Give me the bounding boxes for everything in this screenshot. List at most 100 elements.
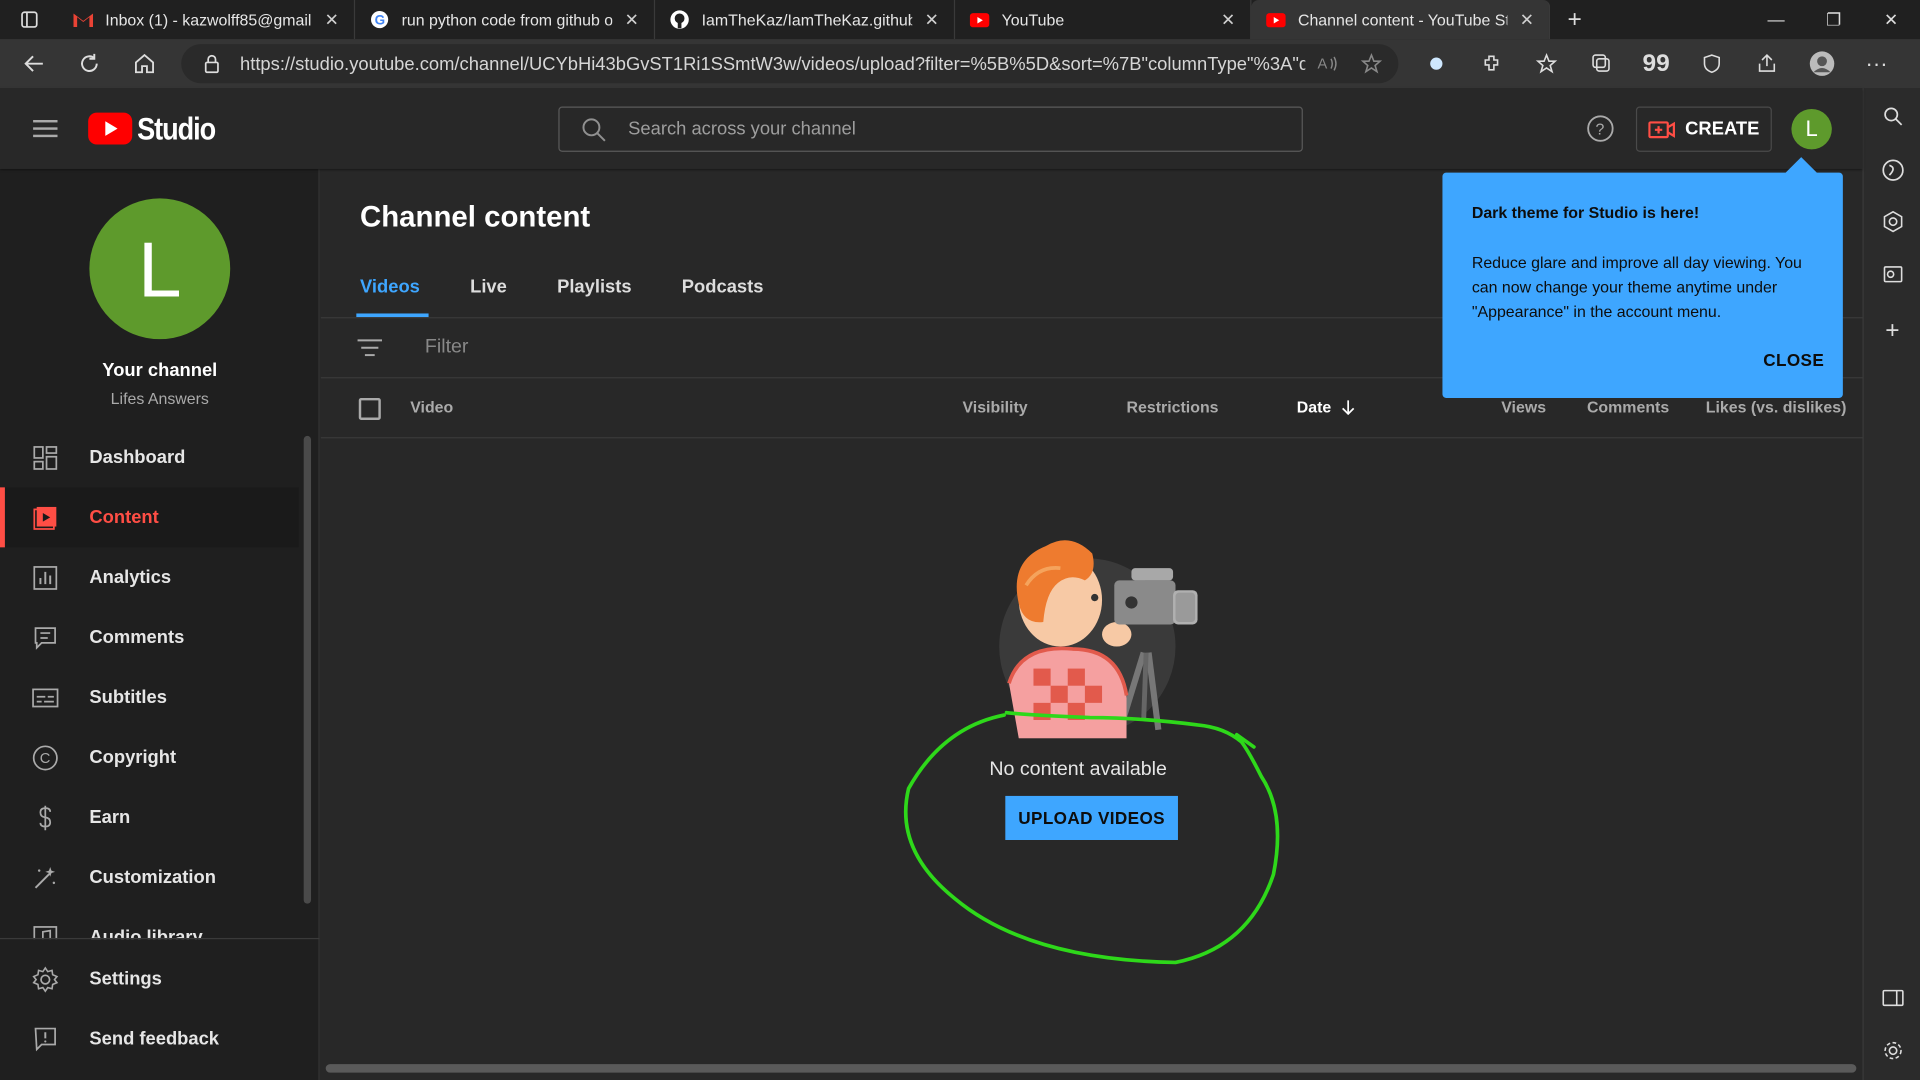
tab-playlists[interactable]: Playlists [557,267,632,307]
dashboard-icon [0,445,89,470]
upload-videos-button[interactable]: UPLOAD VIDEOS [1005,795,1178,841]
sidebar-item-analytics[interactable]: Analytics [0,547,299,607]
sidebar-item-label: Content [89,506,159,528]
sidebar-item-settings[interactable]: Settings [0,949,320,1009]
copilot-icon[interactable] [1864,151,1920,190]
dark-theme-popover: Dark theme for Studio is here! Reduce gl… [1442,157,1843,398]
minimize-button[interactable]: — [1747,0,1805,39]
close-window-button[interactable]: ✕ [1862,0,1920,39]
help-icon[interactable]: ? [1587,115,1614,142]
browser-tab-youtube[interactable]: YouTube ✕ [955,0,1252,40]
more-menu-icon[interactable]: ··· [1849,39,1904,88]
sidebar-item-subtitles[interactable]: Subtitles [0,667,299,727]
sidebar-item-label: Send feedback [89,1028,220,1050]
add-favorite-icon[interactable] [1349,52,1393,75]
sidebar-item-earn[interactable]: Earn [0,787,299,847]
sidebar-item-label: Comments [89,626,185,648]
sidebar-item-label: Earn [89,806,131,828]
sidebar-settings-icon[interactable] [1864,1031,1920,1070]
page-title: Channel content [360,200,591,234]
sidebar-item-label: Subtitles [89,686,167,708]
create-button[interactable]: CREATE [1635,106,1772,152]
comments-icon [0,625,89,650]
browser-tab-github[interactable]: IamTheKaz/IamTheKaz.github.io ✕ [655,0,956,40]
window-controls: — ❐ ✕ [1747,0,1920,39]
bottom-nav: Settings Send feedback [0,949,320,1069]
studio-logo[interactable]: Studio [88,110,229,146]
read-aloud-icon[interactable]: A [1305,54,1349,74]
tab-podcasts[interactable]: Podcasts [682,267,764,307]
sidebar-item-dashboard[interactable]: Dashboard [0,427,299,487]
tab-videos[interactable]: Videos [356,267,429,318]
share-icon[interactable] [1739,39,1794,88]
sidebar-item-copyright[interactable]: C Copyright [0,727,299,787]
profile-icon[interactable] [1794,39,1849,88]
back-arrow-icon [23,55,43,72]
youtube-icon [1266,10,1286,30]
close-tab-icon[interactable]: ✕ [1517,9,1537,30]
select-all-checkbox[interactable] [358,397,381,421]
discover-icon[interactable] [1864,202,1920,241]
sidebar-item-label: Settings [89,968,162,990]
refresh-button[interactable] [61,39,116,88]
content-icon [0,505,89,530]
add-sidebar-app-icon[interactable]: + [1864,311,1920,350]
collections-icon[interactable] [1573,39,1628,88]
restore-button[interactable]: ❐ [1805,0,1863,39]
back-button[interactable] [6,39,61,88]
close-tab-icon[interactable]: ✕ [1218,9,1238,30]
sidebar-item-customization[interactable]: Customization [0,847,299,907]
close-tab-icon[interactable]: ✕ [922,9,942,30]
edge-sidebar: + [1862,88,1920,1080]
browser-essentials-icon[interactable] [1684,39,1739,88]
close-tab-icon[interactable]: ✕ [622,9,642,30]
popover-close-button[interactable]: CLOSE [1763,350,1824,370]
extension-dot-icon[interactable] [1408,39,1463,88]
outlook-icon[interactable] [1864,255,1920,294]
youtube-logo-icon [88,112,133,145]
sidebar-item-content[interactable]: Content [0,487,299,548]
feedback-icon [0,1026,89,1053]
column-restrictions: Restrictions [1126,397,1219,417]
new-tab-button[interactable]: + [1558,2,1592,36]
horizontal-scrollbar[interactable] [325,1064,1857,1073]
favorites-icon[interactable] [1518,39,1573,88]
tab-live[interactable]: Live [470,267,507,307]
analytics-icon [0,565,89,590]
subtitles-icon [0,686,89,708]
github-icon [670,10,690,30]
sidebar-item-audio-library[interactable]: Audio library [0,907,299,940]
browser-tab-studio[interactable]: Channel content - YouTube Studio ✕ [1251,0,1551,40]
channel-search[interactable] [558,106,1303,152]
sidebar-item-send-feedback[interactable]: Send feedback [0,1009,320,1069]
account-avatar[interactable]: L [1791,108,1832,150]
nav-list: Dashboard Content Analytics Comments Sub… [0,427,299,940]
quote-icon[interactable]: 99 [1629,39,1684,88]
youtube-icon [969,10,990,30]
sidebar-item-comments[interactable]: Comments [0,607,299,667]
hamburger-icon [33,120,58,138]
browser-tab-gmail[interactable]: Inbox (1) - kazwolff85@gmail.com ✕ [59,0,356,40]
browser-extensions: 99 ··· [1408,39,1904,88]
home-button[interactable] [116,39,171,88]
url-text: https://studio.youtube.com/channel/UCYbH… [240,53,1306,75]
extensions-icon[interactable] [1463,39,1518,88]
sidebar-search-icon[interactable] [1864,97,1920,136]
close-tab-icon[interactable]: ✕ [322,9,342,30]
nav-scrollbar[interactable] [303,435,312,904]
column-date[interactable]: Date [1297,398,1356,416]
channel-avatar[interactable]: L [89,198,231,340]
browser-tab-google[interactable]: G run python code from github onl ✕ [355,0,656,40]
menu-button[interactable] [24,114,66,143]
no-content-label: No content available [989,759,1167,781]
search-input[interactable] [628,118,1265,140]
tab-actions-button[interactable] [0,0,59,39]
svg-text:G: G [375,12,385,27]
browser-tab-strip: Inbox (1) - kazwolff85@gmail.com ✕ G run… [0,0,1920,40]
sidebar-item-label: Analytics [89,566,172,588]
hide-sidebar-icon[interactable] [1864,978,1920,1017]
browser-toolbar: https://studio.youtube.com/channel/UCYbH… [0,39,1920,89]
address-bar[interactable]: https://studio.youtube.com/channel/UCYbH… [181,44,1399,84]
popover-body: Reduce glare and improve all day viewing… [1471,253,1802,321]
empty-state-text: No content available [321,759,1863,781]
